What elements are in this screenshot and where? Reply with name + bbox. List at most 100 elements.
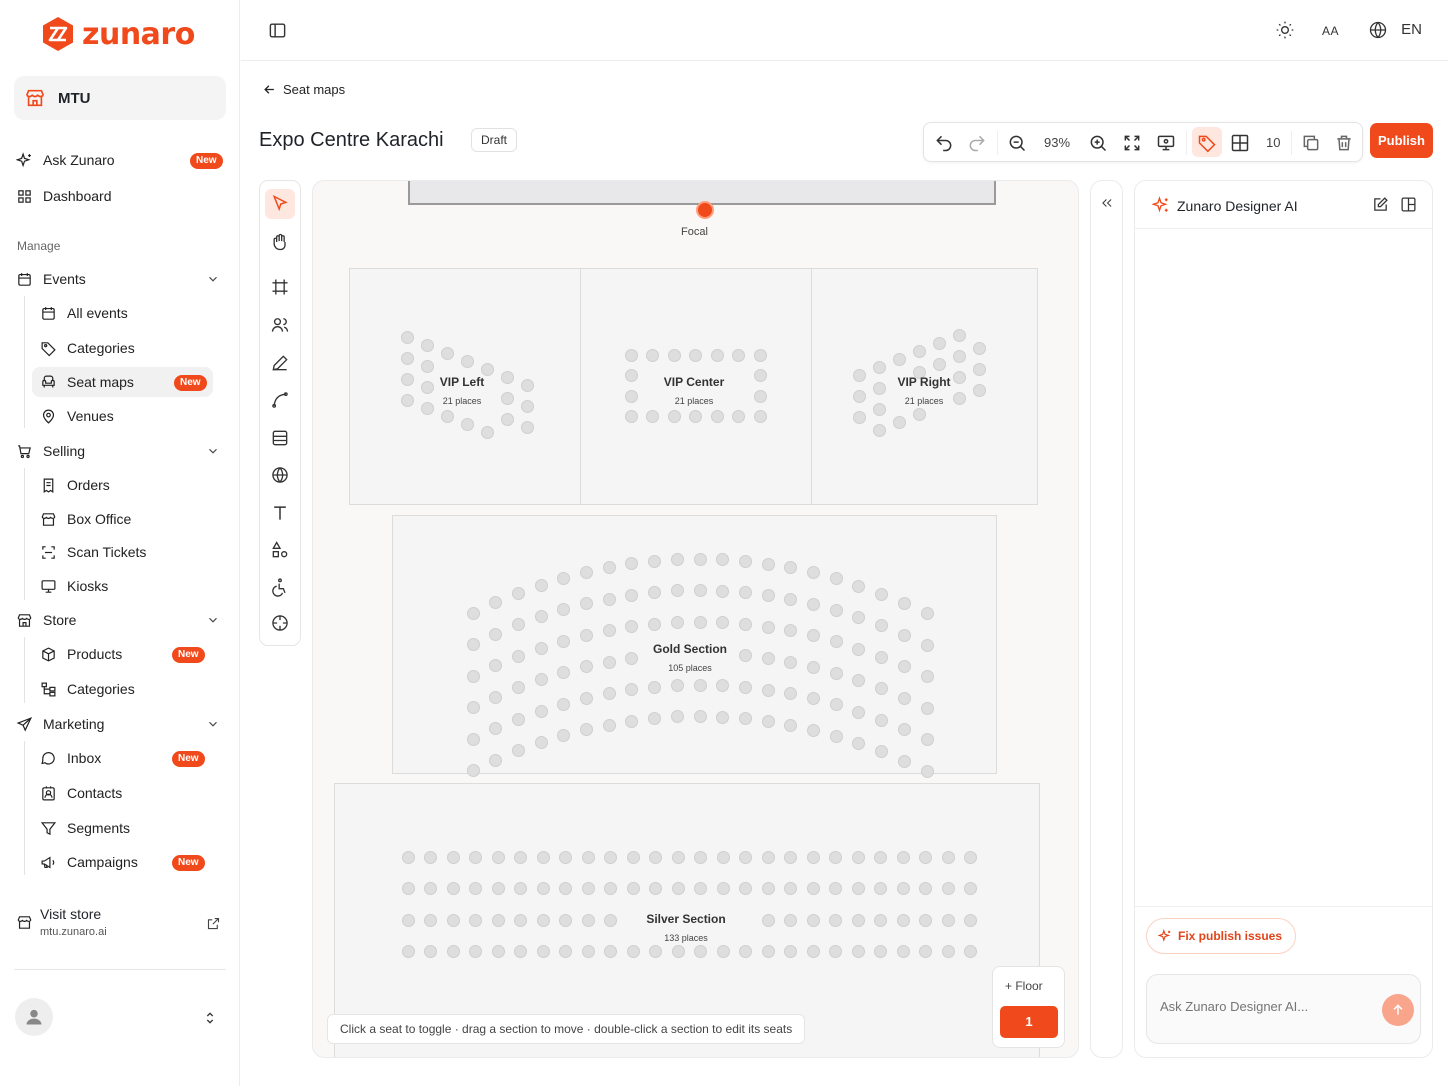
seat[interactable] bbox=[761, 715, 775, 729]
nav-inbox[interactable]: Inbox bbox=[40, 744, 101, 772]
seat[interactable] bbox=[952, 391, 966, 405]
seat[interactable] bbox=[466, 701, 480, 714]
seat[interactable] bbox=[806, 850, 820, 864]
seat[interactable] bbox=[511, 649, 525, 663]
seat[interactable] bbox=[534, 610, 548, 624]
seat[interactable] bbox=[424, 882, 437, 895]
seat[interactable] bbox=[872, 423, 886, 437]
nav-box-office[interactable]: Box Office bbox=[40, 505, 131, 533]
nav-kiosks[interactable]: Kiosks bbox=[40, 572, 108, 600]
seat[interactable] bbox=[514, 882, 527, 895]
seat[interactable] bbox=[761, 882, 775, 895]
pencil-icon[interactable] bbox=[270, 353, 290, 373]
seat[interactable] bbox=[466, 606, 480, 620]
seat[interactable] bbox=[892, 352, 906, 366]
seat[interactable] bbox=[670, 552, 684, 566]
seat[interactable] bbox=[829, 603, 843, 617]
seat[interactable] bbox=[784, 913, 797, 927]
seat[interactable] bbox=[829, 913, 842, 927]
seat[interactable] bbox=[466, 638, 480, 651]
seat[interactable] bbox=[670, 678, 684, 692]
seat[interactable] bbox=[400, 330, 414, 344]
seat[interactable] bbox=[511, 586, 525, 600]
seat[interactable] bbox=[466, 732, 480, 746]
seat[interactable] bbox=[604, 945, 617, 958]
seat[interactable] bbox=[952, 328, 966, 342]
zoom-in-icon[interactable] bbox=[1088, 133, 1108, 153]
grid-icon[interactable] bbox=[1230, 133, 1250, 153]
seat[interactable] bbox=[920, 733, 934, 747]
seat[interactable] bbox=[694, 945, 707, 958]
seat[interactable] bbox=[919, 945, 932, 958]
seat[interactable] bbox=[761, 683, 775, 697]
seat[interactable] bbox=[875, 650, 889, 664]
seat[interactable] bbox=[920, 701, 934, 715]
seat[interactable] bbox=[919, 913, 932, 927]
seat[interactable] bbox=[920, 764, 934, 778]
seat[interactable] bbox=[580, 691, 593, 705]
seat[interactable] bbox=[829, 729, 843, 743]
seat[interactable] bbox=[489, 690, 503, 704]
seat[interactable] bbox=[480, 362, 494, 376]
nav-segments[interactable]: Segments bbox=[40, 814, 130, 842]
chevron-down-icon[interactable] bbox=[206, 272, 220, 286]
seat[interactable] bbox=[424, 913, 437, 927]
seat[interactable] bbox=[897, 660, 911, 674]
seat[interactable] bbox=[829, 850, 842, 864]
seat[interactable] bbox=[829, 945, 842, 958]
fit-screen-icon[interactable] bbox=[1122, 133, 1142, 153]
seat[interactable] bbox=[624, 348, 638, 362]
seat[interactable] bbox=[829, 666, 843, 680]
seat[interactable] bbox=[784, 850, 797, 864]
chevron-down-icon[interactable] bbox=[206, 717, 220, 731]
seat[interactable] bbox=[807, 597, 820, 611]
seat[interactable] bbox=[400, 372, 414, 386]
seat[interactable] bbox=[874, 850, 887, 864]
seat[interactable] bbox=[648, 680, 662, 694]
seat[interactable] bbox=[829, 882, 842, 895]
chevron-down-icon[interactable] bbox=[206, 613, 220, 627]
seat[interactable] bbox=[624, 389, 638, 403]
seat[interactable] bbox=[401, 882, 415, 895]
seat[interactable] bbox=[581, 945, 595, 958]
seat[interactable] bbox=[469, 882, 482, 895]
nav-ask-zunaro[interactable]: Ask Zunaro bbox=[16, 146, 115, 174]
send-button[interactable] bbox=[1382, 994, 1414, 1026]
seat[interactable] bbox=[694, 882, 707, 895]
seat[interactable] bbox=[693, 615, 707, 629]
seat[interactable] bbox=[559, 882, 572, 895]
seat[interactable] bbox=[446, 945, 460, 958]
seat[interactable] bbox=[559, 913, 572, 927]
seat[interactable] bbox=[896, 945, 910, 958]
seat[interactable] bbox=[489, 627, 503, 641]
seat[interactable] bbox=[511, 712, 525, 726]
frame-icon[interactable] bbox=[270, 277, 290, 297]
chevron-down-icon[interactable] bbox=[206, 444, 220, 458]
seat[interactable] bbox=[806, 882, 820, 895]
seat[interactable] bbox=[693, 552, 707, 566]
seat[interactable] bbox=[852, 642, 866, 656]
seat[interactable] bbox=[624, 410, 638, 423]
seat[interactable] bbox=[912, 407, 926, 421]
seat[interactable] bbox=[469, 913, 482, 927]
seat[interactable] bbox=[852, 389, 866, 403]
publish-button[interactable]: Publish bbox=[1370, 123, 1433, 158]
seat[interactable] bbox=[761, 557, 775, 571]
seat[interactable] bbox=[536, 945, 550, 958]
shapes-icon[interactable] bbox=[270, 540, 290, 560]
seat[interactable] bbox=[738, 680, 752, 694]
seat[interactable] bbox=[667, 410, 681, 423]
seat[interactable] bbox=[761, 589, 775, 603]
seat[interactable] bbox=[491, 882, 505, 895]
seat[interactable] bbox=[460, 354, 474, 368]
users-icon[interactable] bbox=[270, 315, 290, 335]
seat[interactable] bbox=[671, 945, 685, 958]
seat[interactable] bbox=[872, 360, 886, 374]
seat[interactable] bbox=[649, 882, 662, 895]
user-avatar[interactable] bbox=[15, 998, 53, 1036]
seat[interactable] bbox=[920, 638, 934, 652]
floor-tab-1[interactable]: 1 bbox=[1000, 1006, 1058, 1038]
seat[interactable] bbox=[500, 412, 514, 426]
undo-icon[interactable] bbox=[934, 133, 954, 153]
seat[interactable] bbox=[875, 713, 889, 727]
